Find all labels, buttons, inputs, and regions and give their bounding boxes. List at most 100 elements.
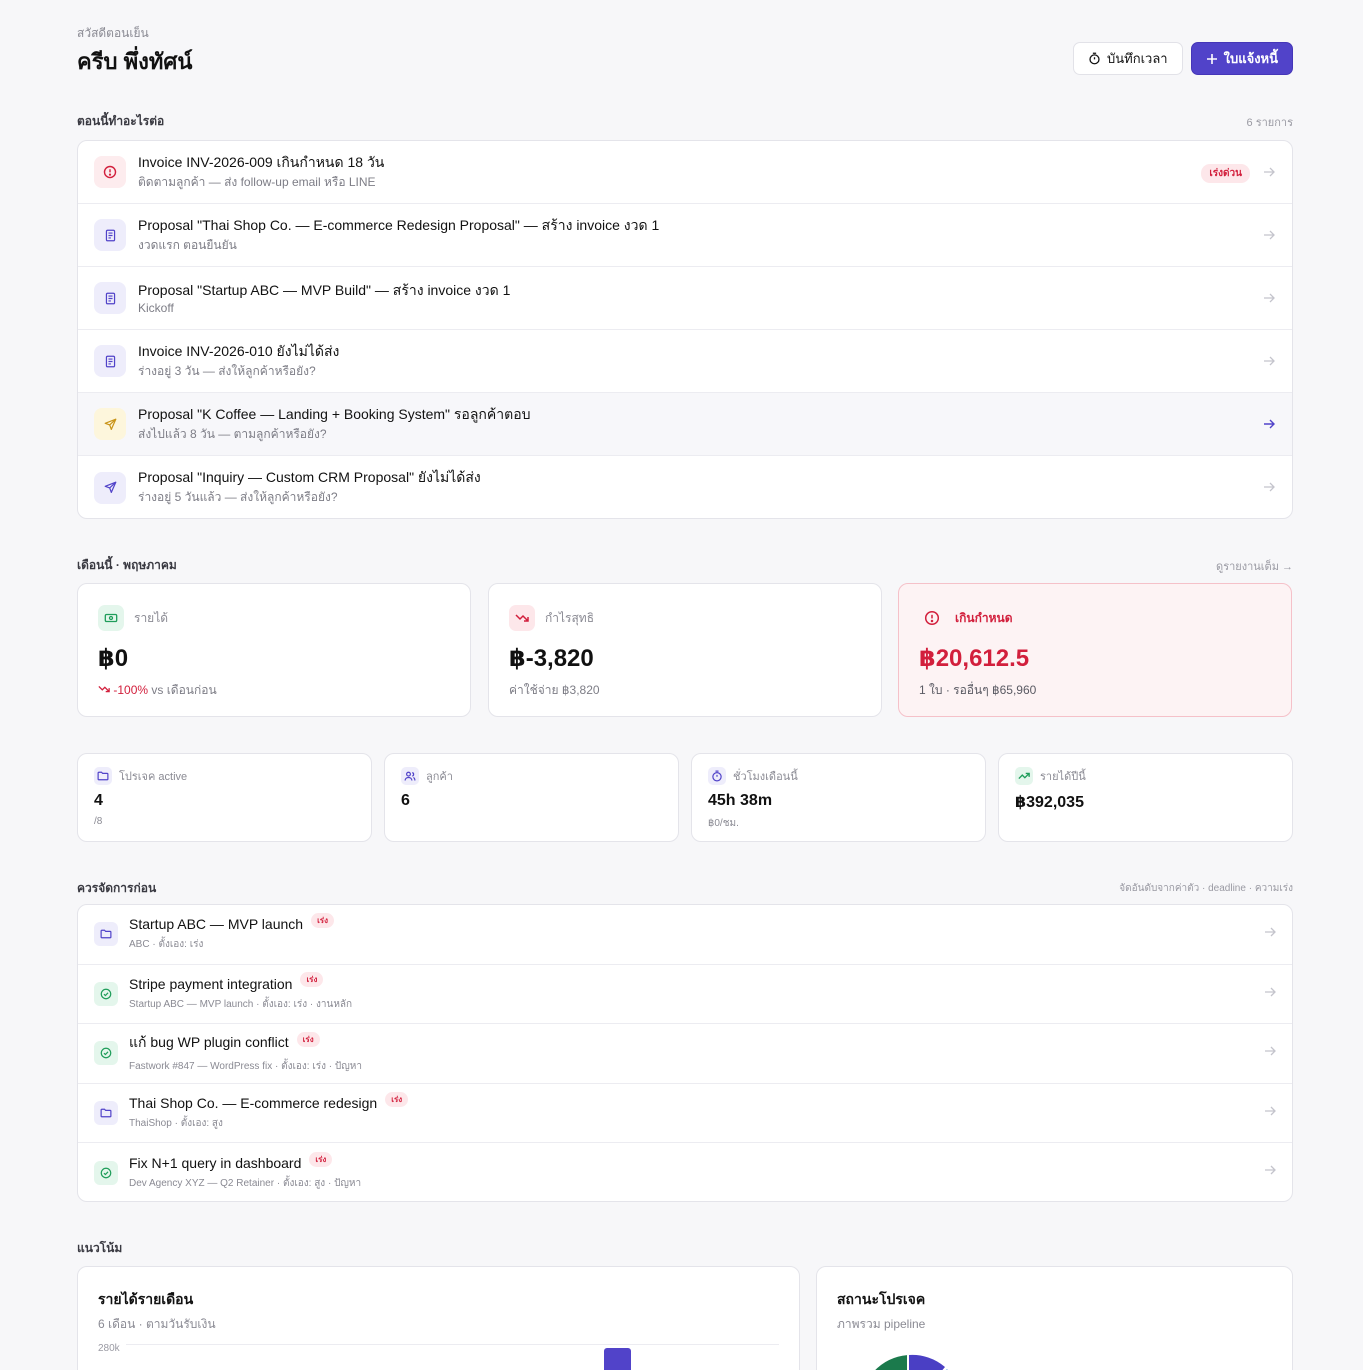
revenue-card[interactable]: รายได้ ฿0 -100% vs เดือนก่อน <box>77 583 471 717</box>
list-item-title: Invoice INV-2026-010 ยังไม่ได้ส่ง <box>138 342 340 359</box>
urgent-badge: เร่งด่วน <box>1201 164 1250 183</box>
alert-circle-icon <box>94 156 126 188</box>
document-icon <box>94 345 126 377</box>
list-item[interactable]: Invoice INV-2026-010 ยังไม่ได้ส่ง ร่างอย… <box>78 330 1292 393</box>
profit-value: ฿-3,820 <box>509 645 594 672</box>
list-item-title: Invoice INV-2026-009 เกินกำหนด 18 วัน <box>138 153 385 170</box>
list-item-subtitle: ส่งไปแล้ว 8 วัน — ตามลูกค้าหรือยัง? <box>138 426 327 441</box>
monthly-revenue-card: รายได้รายเดือน 6 เดือน · ตามวันรับเงิน 2… <box>77 1266 800 1370</box>
list-item[interactable]: Proposal "Inquiry — Custom CRM Proposal"… <box>78 456 1292 518</box>
new-invoice-label: ใบแจ้งหนี้ <box>1223 51 1278 66</box>
folder-icon <box>94 1101 118 1126</box>
kpi-label: รายได้ปีนี้ <box>1040 771 1086 783</box>
timer-icon <box>1089 52 1100 65</box>
kpi-yearly-revenue[interactable]: รายได้ปีนี้ ฿392,035 <box>998 753 1293 842</box>
arrow-right-icon <box>1264 1044 1276 1062</box>
kpi-active-projects[interactable]: โปรเจค active 4 /8 <box>77 753 372 842</box>
kpi-clients[interactable]: ลูกค้า 6 <box>384 753 679 842</box>
list-item[interactable]: Fix N+1 query in dashboard เร่ง Dev Agenc… <box>78 1143 1292 1201</box>
list-item-title: Stripe payment integration <box>129 975 293 992</box>
list-item[interactable]: Proposal "Thai Shop Co. — E-commerce Red… <box>78 204 1292 267</box>
list-item-subtitle: Startup ABC — MVP launch · ตั้งเอง: เร่ง… <box>129 998 353 1010</box>
document-icon <box>94 282 126 314</box>
greeting: สวัสดีตอนเย็น <box>77 26 149 40</box>
log-time-button[interactable]: บันทึกเวลา <box>1073 42 1183 75</box>
revenue-label: รายได้ <box>134 610 169 625</box>
list-item[interactable]: แก้ bug WP plugin conflict เร่ง Fastwork … <box>78 1024 1292 1084</box>
kpi-hours[interactable]: ชั่วโมงเดือนนี้ 45h 38m ฿0/ชม. <box>691 753 986 842</box>
user-name: ครีบ พึ่งทัศน์ <box>77 49 193 74</box>
arrow-right-icon <box>1262 226 1276 244</box>
profit-expense: ค่าใช้จ่าย ฿3,820 <box>509 683 600 697</box>
gridline <box>126 1344 779 1345</box>
arrow-right-icon <box>1262 163 1276 181</box>
urgent-badge: เร่ง <box>311 912 334 928</box>
kpi-value: 45h 38m <box>708 792 773 809</box>
donut-segment <box>909 1354 945 1370</box>
kpi-value: ฿392,035 <box>1015 794 1084 811</box>
chart-title: รายได้รายเดือน <box>98 1291 194 1307</box>
trending-up-icon <box>1015 767 1033 785</box>
kpi-sub: /8 <box>94 816 103 827</box>
urgent-badge: เร่ง <box>300 972 324 988</box>
list-item-title: Thai Shop Co. — E-commerce redesign <box>129 1095 378 1112</box>
list-item-title: Fix N+1 query in dashboard <box>129 1155 302 1172</box>
folder-icon <box>94 767 112 785</box>
list-item[interactable]: Stripe payment integration เร่ง Startup A… <box>78 965 1292 1025</box>
list-item-subtitle: ABC · ตั้งเอง: เร่ง <box>129 939 204 951</box>
chart-title: สถานะโปรเจค <box>837 1291 926 1307</box>
cash-icon <box>98 605 124 631</box>
y-tick-label: 280k <box>98 1343 120 1354</box>
chart-subtitle: ภาพรวม pipeline <box>837 1317 926 1331</box>
log-time-label: บันทึกเวลา <box>1107 51 1168 66</box>
full-report-link[interactable]: ดูรายงานเต็ม → <box>1216 557 1293 575</box>
plus-icon <box>1206 53 1217 64</box>
project-status-card: สถานะโปรเจค ภาพรวม pipeline <box>816 1266 1293 1370</box>
month-title: เดือนนี้ · พฤษภาคม <box>77 558 177 572</box>
priorities-title: ควรจัดการก่อน <box>77 881 157 895</box>
kpi-value: 6 <box>401 792 410 809</box>
chart-subtitle: 6 เดือน · ตามวันรับเงิน <box>98 1317 216 1331</box>
trending-down-icon <box>98 685 110 693</box>
priorities-sort-note: จัดอันดับจากค่าตัว · deadline · ความเร่ง <box>1119 883 1293 894</box>
timer-icon <box>708 767 726 785</box>
list-item-title: แก้ bug WP plugin conflict <box>129 1034 289 1051</box>
profit-label: กำไรสุทธิ <box>545 610 595 625</box>
list-item[interactable]: Proposal "K Coffee — Landing + Booking S… <box>78 393 1292 456</box>
kpi-label: ลูกค้า <box>426 771 453 783</box>
list-item-title: Proposal "Thai Shop Co. — E-commerce Red… <box>138 216 660 233</box>
new-invoice-button[interactable]: ใบแจ้งหนี้ <box>1190 42 1293 75</box>
list-item[interactable]: Thai Shop Co. — E-commerce redesign เร่ง … <box>78 1084 1292 1144</box>
urgent-badge: เร่ง <box>296 1031 320 1047</box>
urgent-badge: เร่ง <box>385 1091 409 1107</box>
revenue-change-suffix: vs เดือนก่อน <box>151 683 217 697</box>
kpi-label: โปรเจค active <box>119 771 188 783</box>
trends-title: แนวโน้ม <box>77 1241 123 1255</box>
list-item[interactable]: Startup ABC — MVP launch เร่ง ABC · ตั้งเ… <box>78 905 1292 965</box>
list-item-subtitle: Kickoff <box>138 301 174 315</box>
arrow-right-icon <box>1264 925 1276 943</box>
list-item-subtitle: ร่างอยู่ 3 วัน — ส่งให้ลูกค้าหรือยัง? <box>138 363 316 378</box>
arrow-right-icon <box>1262 352 1276 370</box>
list-item-subtitle: ThaiShop · ตั้งเอง: สูง <box>129 1118 223 1130</box>
overdue-value: ฿20,612.5 <box>919 645 1030 672</box>
alert-circle-icon <box>919 605 945 631</box>
kpi-value: 4 <box>94 792 103 809</box>
list-item-title: Proposal "Startup ABC — MVP Build" — สร้… <box>138 282 511 298</box>
arrow-right-icon <box>1264 1104 1276 1122</box>
overdue-label: เกินกำหนด <box>955 610 1013 625</box>
next-actions-title: ตอนนี้ทำอะไรต่อ <box>77 114 165 128</box>
overdue-card[interactable]: เกินกำหนด ฿20,612.5 1 ใบ · รออื่นๆ ฿65,9… <box>898 583 1292 717</box>
urgent-badge: เร่ง <box>309 1151 333 1167</box>
next-actions-list: Invoice INV-2026-009 เกินกำหนด 18 วัน ติ… <box>77 140 1293 519</box>
list-item-title: Proposal "Inquiry — Custom CRM Proposal"… <box>138 469 481 485</box>
profit-card[interactable]: กำไรสุทธิ ฿-3,820 ค่าใช้จ่าย ฿3,820 <box>488 583 882 717</box>
list-item-subtitle: ติดตามลูกค้า — ส่ง follow-up email หรือ … <box>138 174 376 189</box>
list-item[interactable]: Proposal "Startup ABC — MVP Build" — สร้… <box>78 267 1292 330</box>
trending-down-icon <box>509 605 535 631</box>
check-circle-icon <box>94 1041 118 1066</box>
list-item[interactable]: Invoice INV-2026-009 เกินกำหนด 18 วัน ติ… <box>78 141 1292 204</box>
overdue-sub: 1 ใบ · รออื่นๆ ฿65,960 <box>919 683 1037 697</box>
send-icon <box>94 408 126 440</box>
folder-icon <box>94 922 118 947</box>
